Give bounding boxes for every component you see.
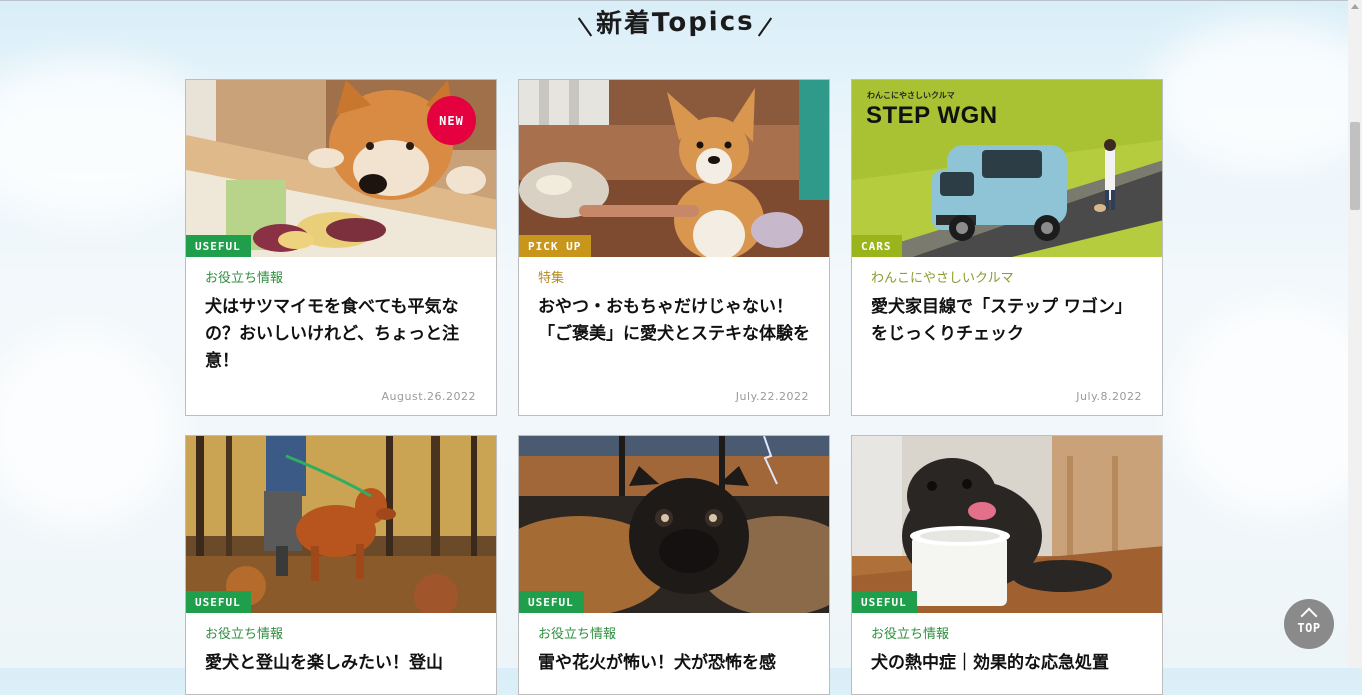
pug-ice-bucket-photo [852, 436, 1162, 613]
scrollbar-thumb[interactable] [1350, 122, 1360, 210]
card-title[interactable]: 愛犬と登山を楽しみたい！登山 [205, 650, 477, 677]
corgi-photo [519, 80, 829, 257]
category-badge: USEFUL [186, 235, 251, 257]
top-border [0, 0, 1348, 1]
card-category: お役立ち情報 [205, 627, 284, 642]
topic-card[interactable]: USEFUL お役立ち情報 愛犬と登山を楽しみたい！登山 [185, 435, 497, 695]
pug-blanket-photo [519, 436, 829, 613]
card-image-shiba-sweet-potato[interactable]: NEW USEFUL [186, 80, 496, 257]
category-badge: PICK UP [519, 235, 592, 257]
vertical-scrollbar[interactable] [1348, 0, 1362, 668]
card-title[interactable]: 犬の熱中症｜効果的な応急処置 [871, 650, 1143, 677]
background-cloud [1150, 20, 1362, 170]
card-date: August.26.2022 [381, 390, 476, 403]
heading-slash-left [577, 16, 592, 37]
golden-retriever-forest-photo [186, 436, 496, 613]
card-title[interactable]: 愛犬家目線で「ステップ ワゴン」をじっくりチェック [871, 294, 1143, 348]
new-badge: NEW [427, 96, 476, 145]
card-title[interactable]: おやつ・おもちゃだけじゃない！「ご褒美」に愛犬とステキな体験を [538, 294, 810, 348]
card-category: お役立ち情報 [871, 627, 950, 642]
image-caption-small: わんこにやさしいクルマ [867, 91, 955, 100]
category-badge: CARS [852, 235, 902, 257]
card-category: わんこにやさしいクルマ [871, 271, 1014, 286]
card-title[interactable]: 雷や花火が怖い！犬が恐怖を感 [538, 650, 810, 677]
card-category: 特集 [538, 271, 565, 286]
card-title[interactable]: 犬はサツマイモを食べても平気なの？おいしいけれど、ちょっと注意！ [205, 294, 477, 375]
category-badge: USEFUL [186, 591, 251, 613]
scroll-up-arrow-icon[interactable] [1351, 4, 1359, 9]
topic-card[interactable]: PICK UP 特集 おやつ・おもちゃだけじゃない！「ご褒美」に愛犬とステキな体… [518, 79, 830, 416]
card-image-dog-hiking[interactable]: USEFUL [186, 436, 496, 613]
card-image-corgi-treat[interactable]: PICK UP [519, 80, 829, 257]
back-to-top-button[interactable]: TOP [1284, 599, 1334, 649]
category-badge: USEFUL [852, 591, 917, 613]
topic-card[interactable]: USEFUL お役立ち情報 雷や花火が怖い！犬が恐怖を感 [518, 435, 830, 695]
background-cloud [1170, 300, 1362, 520]
card-category: お役立ち情報 [205, 271, 284, 286]
heading-slash-right [758, 16, 773, 37]
card-date: July.22.2022 [735, 390, 809, 403]
topic-card[interactable]: NEW USEFUL お役立ち情報 犬はサツマイモを食べても平気なの？おいしいけ… [185, 79, 497, 416]
card-date: July.8.2022 [1076, 390, 1142, 403]
section-title: 新着Topics [595, 6, 755, 40]
topic-card[interactable]: USEFUL お役立ち情報 犬の熱中症｜効果的な応急処置 [851, 435, 1163, 695]
card-image-scared-pug[interactable]: USEFUL [519, 436, 829, 613]
section-heading: 新着Topics [0, 2, 1350, 39]
topic-card[interactable]: わんこにやさしいクルマ STEP WGN CARS わんこにやさしいクルマ 愛犬… [851, 79, 1163, 416]
background-cloud [0, 330, 180, 530]
card-category: お役立ち情報 [538, 627, 617, 642]
card-image-pug-heatstroke[interactable]: USEFUL [852, 436, 1162, 613]
card-image-step-wgn[interactable]: わんこにやさしいクルマ STEP WGN CARS [852, 80, 1162, 257]
image-caption-big: STEP WGN [866, 102, 998, 129]
category-badge: USEFUL [519, 591, 584, 613]
